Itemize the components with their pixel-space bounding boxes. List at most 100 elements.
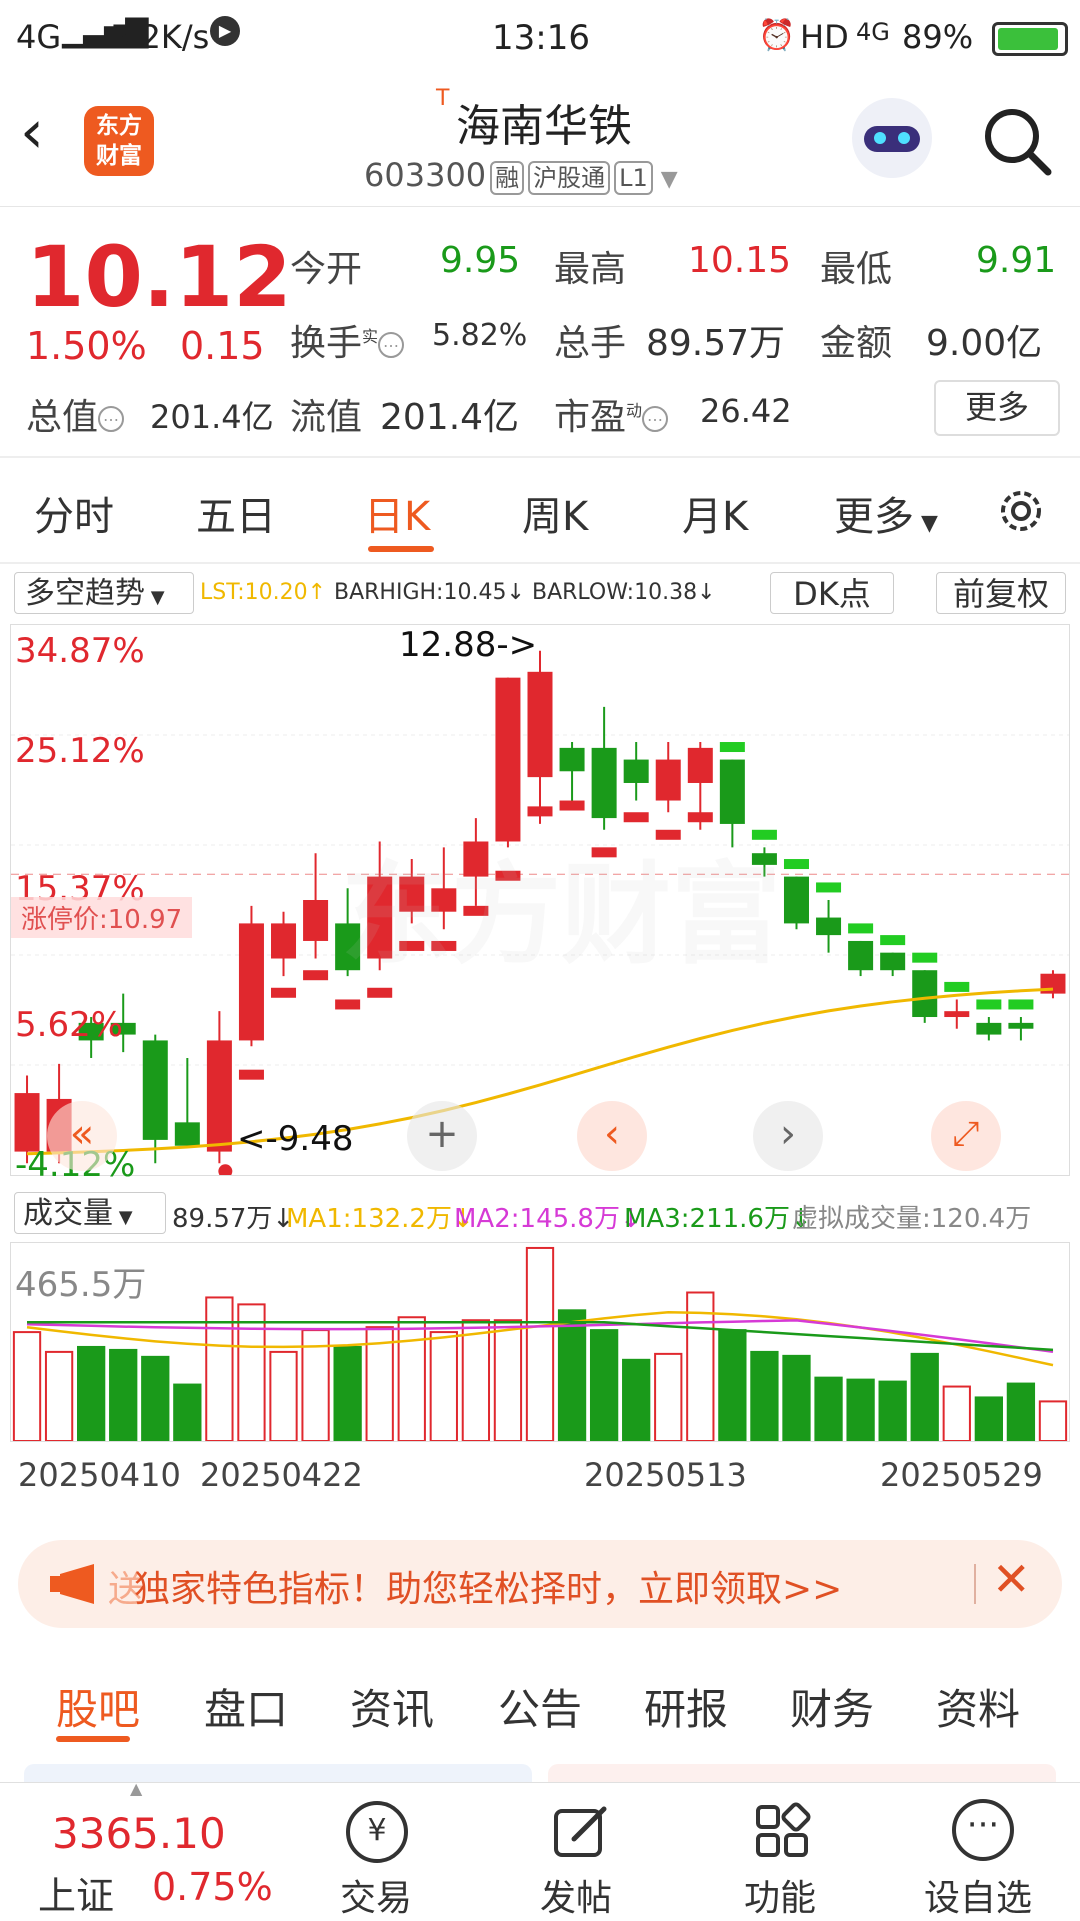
dk-marker <box>783 859 809 870</box>
dk-marker <box>880 935 906 946</box>
volume-bar <box>814 1376 843 1441</box>
dk-marker <box>944 981 970 992</box>
index-value[interactable]: 3365.10 <box>52 1809 226 1858</box>
nav-function[interactable]: 功能 <box>744 1869 816 1921</box>
volume-bar <box>557 1309 587 1441</box>
banner-text: 独家特色指标！助您轻松择时，立即领取>> <box>134 1569 843 1610</box>
crosshair-icon[interactable]: + <box>407 1101 477 1171</box>
megaphone-icon <box>50 1564 94 1604</box>
ma2-value: MA2:145.8万↓ <box>454 1204 642 1234</box>
network-label: 4G <box>16 18 62 56</box>
tab-pankou[interactable]: 盘口 <box>204 1676 288 1737</box>
close-icon[interactable]: ✕ <box>992 1552 1031 1606</box>
stock-code-row[interactable]: 603300 融沪股通 L1 ▼ <box>364 156 678 195</box>
index-change: 0.75% <box>152 1865 273 1909</box>
search-icon[interactable] <box>980 104 1056 180</box>
info-icon: … <box>642 406 669 432</box>
barhigh-value: BARHIGH:10.45↓ <box>334 580 525 605</box>
volume-bar <box>910 1352 939 1441</box>
tab-more[interactable]: 更多 ▼ <box>834 484 938 542</box>
expand-icon[interactable]: ▲ <box>130 1779 142 1798</box>
robot-avatar-icon[interactable] <box>852 98 932 178</box>
amount-label: 金额 <box>820 323 893 364</box>
candle-body <box>655 759 681 801</box>
net2-label: 4G <box>856 18 890 46</box>
yuan-icon[interactable]: ¥ <box>346 1801 408 1863</box>
volume-bar <box>429 1331 458 1441</box>
dk-marker <box>527 806 553 817</box>
zoom-out-icon[interactable]: « <box>47 1101 117 1171</box>
volume-bar <box>333 1345 362 1441</box>
stock-header: ‹ 东方 财富 T 海南华铁 603300 融沪股通 L1 ▼ <box>0 76 1080 207</box>
tab-monthly-k[interactable]: 月K <box>682 484 748 542</box>
stock-code: 603300 <box>364 156 487 194</box>
tab-weekly-k[interactable]: 周K <box>522 484 588 542</box>
tab-profile[interactable]: 资料 <box>936 1676 1020 1737</box>
battery-icon <box>992 22 1068 56</box>
high-label: 最高 <box>554 249 627 290</box>
adjust-button[interactable]: 前复权 <box>936 572 1066 614</box>
tag-margin: 融 <box>490 161 525 195</box>
volume-selector[interactable]: 成交量 ▼ <box>14 1192 166 1234</box>
tab-5day[interactable]: 五日 <box>196 484 276 542</box>
indicator-selector[interactable]: 多空趋势 ▼ <box>14 572 194 614</box>
tab-news[interactable]: 资讯 <box>350 1676 434 1737</box>
dk-marker <box>719 742 745 753</box>
turnover-label: 换手实… <box>290 314 405 366</box>
nav-trade[interactable]: 交易 <box>340 1869 412 1921</box>
tab-intraday[interactable]: 分时 <box>34 484 114 542</box>
high-marker: 12.88-> <box>399 625 538 665</box>
virtual-volume: 虚拟成交量:120.4万 <box>792 1204 1032 1234</box>
back-icon[interactable]: ‹ <box>20 102 70 164</box>
divider <box>0 456 1080 458</box>
volume-chart[interactable]: 465.5万 <box>10 1242 1070 1442</box>
stock-name[interactable]: 海南华铁 <box>456 90 632 154</box>
grid-icon[interactable] <box>752 1801 812 1861</box>
volume-bar <box>237 1303 266 1441</box>
candle-body <box>816 917 842 936</box>
more-dots-icon[interactable]: ··· <box>952 1799 1014 1861</box>
fullscreen-icon[interactable]: ⤢ <box>931 1101 1001 1171</box>
next-icon[interactable]: › <box>753 1101 823 1171</box>
candle-body <box>271 923 297 959</box>
dk-marker <box>623 812 649 823</box>
tab-guba[interactable]: 股吧 <box>56 1676 140 1737</box>
candle-body <box>559 747 585 772</box>
candle-body <box>14 1093 40 1152</box>
tab-daily-k[interactable]: 日K <box>364 484 430 542</box>
volume-bar <box>718 1329 747 1441</box>
volume-label: 总手 <box>554 323 627 364</box>
hd-label: HD <box>800 18 849 56</box>
watermark: 东方财富 <box>341 851 781 979</box>
amount-value: 9.00亿 <box>926 323 1043 364</box>
tab-finance[interactable]: 财务 <box>790 1676 874 1737</box>
candle-body <box>206 1040 232 1152</box>
dk-marker <box>367 987 393 998</box>
candle-body <box>848 940 874 971</box>
promo-banner[interactable]: 送 独家特色指标！助您轻松择时，立即领取>> ✕ <box>18 1540 1062 1628</box>
kline-chart[interactable]: 东方财富 34.87% 25.12% 15.37% 5.62% -4.12% 涨… <box>10 624 1070 1185</box>
prev-icon[interactable]: ‹ <box>577 1101 647 1171</box>
dk-button[interactable]: DK点 <box>770 572 894 614</box>
dk-marker <box>848 923 874 934</box>
edit-icon[interactable] <box>550 1801 612 1863</box>
nav-watchlist[interactable]: 设自选 <box>924 1869 1032 1921</box>
nav-post[interactable]: 发帖 <box>540 1869 612 1921</box>
volume-bar <box>12 1331 42 1441</box>
y-label-4: 5.62% <box>15 1005 124 1045</box>
candle-body <box>303 900 329 941</box>
mktcap-label: 总值… <box>26 388 125 440</box>
vol-value: 89.57万↓ <box>172 1204 295 1234</box>
settings-icon[interactable] <box>994 484 1048 538</box>
tab-notice[interactable]: 公告 <box>498 1676 582 1737</box>
more-button[interactable]: 更多 <box>934 380 1060 436</box>
volume-bar <box>782 1354 811 1441</box>
volume-bar <box>44 1350 74 1441</box>
volume-bar <box>525 1246 555 1441</box>
app-logo[interactable]: 东方 财富 <box>84 106 154 176</box>
volume-bar <box>77 1345 106 1441</box>
battery-pct: 89% <box>902 18 974 56</box>
dropdown-icon: ▼ <box>660 167 678 192</box>
tab-research[interactable]: 研报 <box>644 1676 728 1737</box>
volume-svg <box>12 1246 1068 1441</box>
